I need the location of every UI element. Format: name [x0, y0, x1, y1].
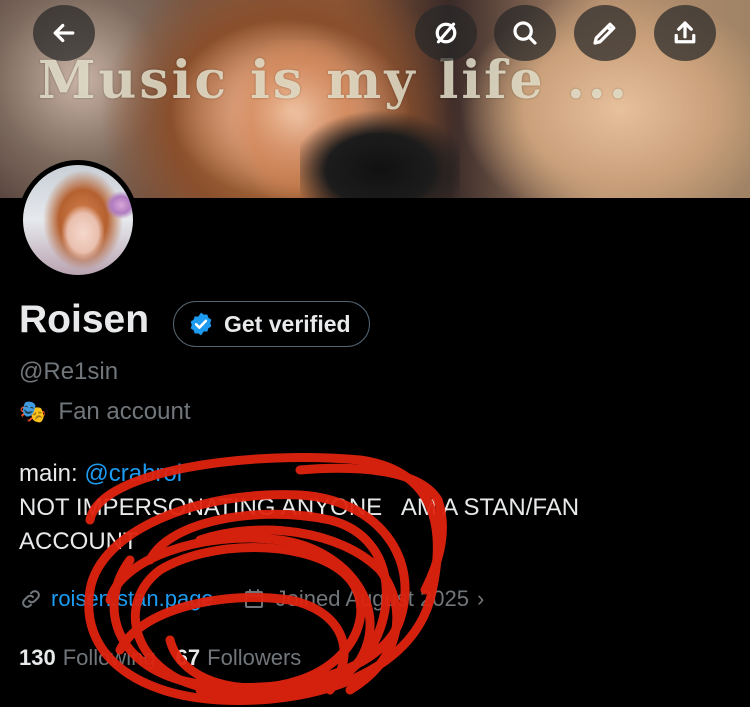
handle: @Re1sin: [19, 358, 119, 385]
bio-line-1: main: @crabroi: [19, 457, 719, 491]
following-label[interactable]: Following: [63, 645, 156, 671]
get-verified-button[interactable]: Get verified: [173, 301, 370, 347]
display-name: Roisen: [19, 298, 150, 341]
bio-prefix: main:: [19, 460, 85, 487]
profile-banner[interactable]: Music is my life ...: [0, 0, 750, 198]
bio-line-2: NOT IMPERSONATING ANYONE AM A STAN/FAN: [19, 494, 580, 521]
follow-stats: 130 Following 67 Followers: [19, 645, 301, 671]
following-count[interactable]: 130: [19, 645, 56, 671]
website-link[interactable]: roisen.stan.page: [51, 586, 214, 612]
search-button[interactable]: [494, 5, 556, 61]
followers-label[interactable]: Followers: [207, 645, 301, 671]
category-label: Fan account: [58, 398, 191, 425]
avatar[interactable]: [18, 160, 138, 280]
bio: main: @crabroi NOT IMPERSONATING ANYONE …: [19, 457, 719, 559]
search-icon: [513, 21, 537, 45]
chevron-right-icon[interactable]: ›: [477, 586, 484, 612]
arrow-left-icon: [53, 23, 75, 43]
bio-mention-link[interactable]: @crabroi: [84, 460, 182, 487]
joined-date: Joined August 2025: [275, 586, 469, 611]
theater-mask-icon: 🎭: [19, 399, 47, 424]
banner-outfit: [300, 110, 460, 198]
bio-line-3: ACCOUNT: [19, 528, 138, 555]
pencil-icon: [593, 22, 616, 45]
grok-button[interactable]: [415, 5, 477, 61]
followers-count[interactable]: 67: [176, 645, 200, 671]
share-icon: [674, 21, 696, 44]
verified-badge-icon: [190, 312, 212, 336]
link-icon: [22, 590, 40, 608]
banner-overlay-text: Music is my life ...: [38, 50, 631, 111]
edit-button[interactable]: [574, 5, 636, 61]
calendar-icon: [244, 589, 263, 608]
profile-category: 🎭 Fan account: [19, 398, 191, 426]
get-verified-label: Get verified: [224, 310, 351, 337]
profile-meta: roisen.stan.page Joined August 2025 ›: [19, 586, 484, 612]
grok-icon: [435, 22, 457, 44]
share-button[interactable]: [654, 5, 716, 61]
back-button[interactable]: [33, 5, 95, 61]
